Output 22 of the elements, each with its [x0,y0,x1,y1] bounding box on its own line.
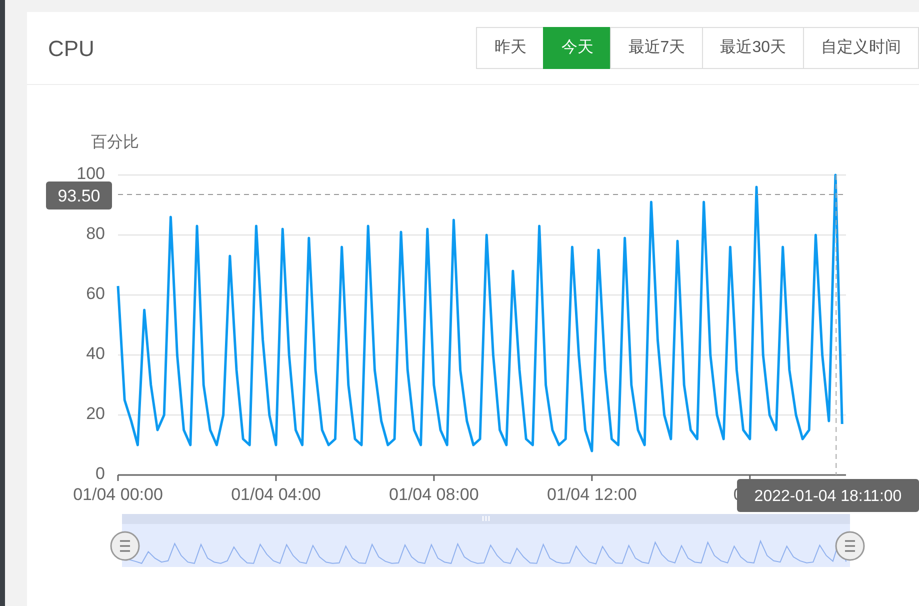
range-tab[interactable]: 昨天 [476,27,544,69]
range-tab[interactable]: 最近30天 [702,27,804,69]
range-tab[interactable]: 自定义时间 [803,27,919,69]
slider-handle[interactable] [110,531,140,561]
time-pointer-label: 2022-01-04 18:11:00 [737,479,919,512]
zoom-slider[interactable] [122,514,850,567]
panel-title: CPU [48,34,94,62]
y-tick-label: 60 [86,284,105,303]
y-tick-label: 80 [86,224,105,243]
x-tick-label: 01/04 00:00 [73,485,163,504]
y-tick-label: 20 [86,404,105,423]
range-tab[interactable]: 最近7天 [610,27,704,69]
y-tick-label: 100 [76,164,105,183]
y-tick-label: 0 [96,464,105,483]
grip-icon[interactable] [482,515,490,522]
slider-handle[interactable] [835,531,865,561]
y-axis-title: 百分比 [91,134,139,151]
value-pointer-label: 93.50 [46,182,112,210]
y-tick-label: 40 [86,344,105,363]
x-tick-label: 01/04 12:00 [547,485,637,504]
x-tick-label: 01/04 08:00 [389,485,479,504]
x-tick-label: 01/04 04:00 [231,485,321,504]
